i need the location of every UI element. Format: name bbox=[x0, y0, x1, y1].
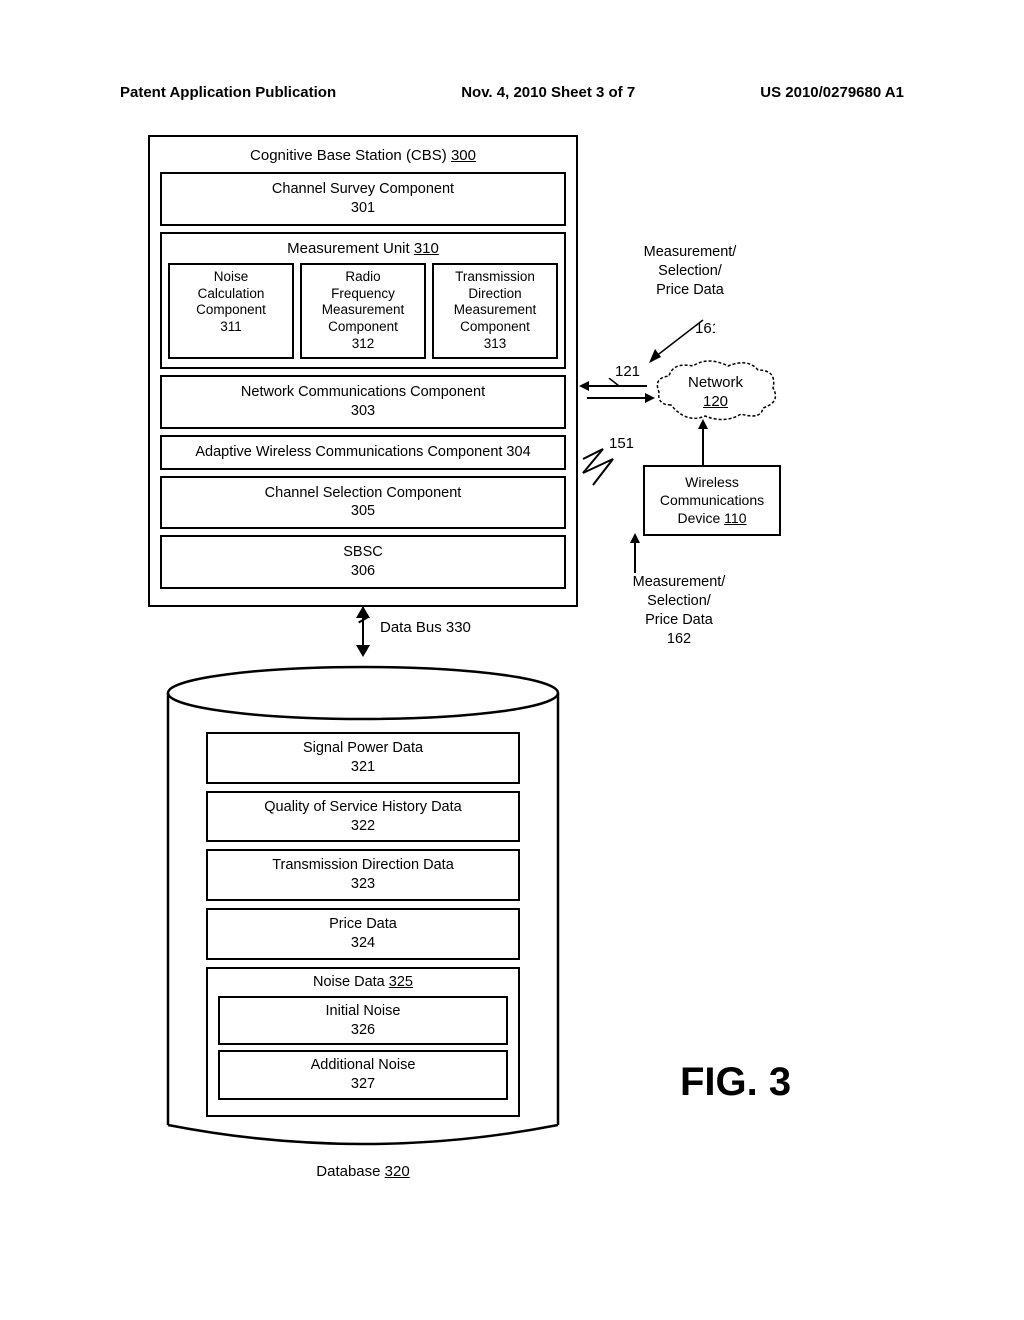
initial-noise: Initial Noise 326 bbox=[218, 996, 508, 1046]
database-cylinder: Signal Power Data 321 Quality of Service… bbox=[148, 665, 578, 1155]
channel-selection-component: Channel Selection Component 305 bbox=[160, 476, 566, 530]
network-comm-component: Network Communications Component 303 bbox=[160, 375, 566, 429]
header-center: Nov. 4, 2010 Sheet 3 of 7 bbox=[461, 84, 635, 101]
measurement-unit-title: Measurement Unit 310 bbox=[168, 240, 558, 257]
signal-power-data: Signal Power Data 321 bbox=[206, 732, 520, 784]
data-bus-label: Data Bus 330 bbox=[380, 619, 471, 636]
figure-label: FIG. 3 bbox=[680, 1060, 791, 1105]
header-right: US 2010/0279680 A1 bbox=[760, 84, 904, 101]
database-label: Database 320 bbox=[148, 1163, 578, 1180]
page-header: Patent Application Publication Nov. 4, 2… bbox=[0, 84, 1024, 101]
additional-noise: Additional Noise 327 bbox=[218, 1050, 508, 1100]
cbs-title: Cognitive Base Station (CBS) 300 bbox=[160, 147, 566, 164]
tx-direction-data: Transmission Direction Data 323 bbox=[206, 849, 520, 901]
sbsc-component: SBSC 306 bbox=[160, 535, 566, 589]
rf-measurement-component: Radio Frequency Measurement Component 31… bbox=[300, 263, 426, 359]
adaptive-wireless-component: Adaptive Wireless Communications Compone… bbox=[160, 435, 566, 470]
tx-direction-component: Transmission Direction Measurement Compo… bbox=[432, 263, 558, 359]
channel-survey-component: Channel Survey Component 301 bbox=[160, 172, 566, 226]
data-bus-connector: Data Bus 330 bbox=[148, 607, 578, 665]
arrow-down-icon bbox=[356, 645, 370, 657]
noise-calc-component: Noise Calculation Component 311 bbox=[168, 263, 294, 359]
cbs-box: Cognitive Base Station (CBS) 300 Channel… bbox=[148, 135, 578, 607]
figure-diagram: Cognitive Base Station (CBS) 300 Channel… bbox=[148, 135, 888, 1180]
noise-data-group: Noise Data 325 Initial Noise 326 Additio… bbox=[206, 967, 520, 1117]
measurement-unit: Measurement Unit 310 Noise Calculation C… bbox=[160, 232, 566, 369]
price-data: Price Data 324 bbox=[206, 908, 520, 960]
qos-history-data: Quality of Service History Data 322 bbox=[206, 791, 520, 843]
arrow-up-icon bbox=[356, 606, 370, 618]
header-left: Patent Application Publication bbox=[120, 84, 336, 101]
